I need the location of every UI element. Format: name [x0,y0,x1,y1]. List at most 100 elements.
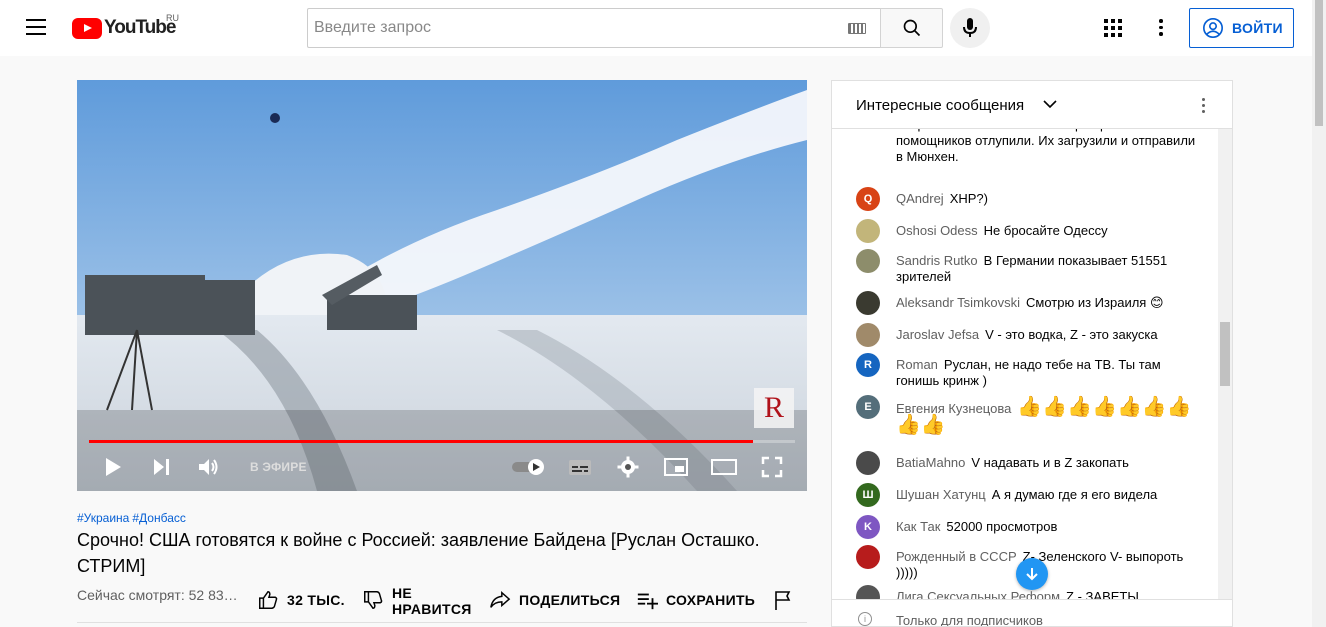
arrow-down-icon [1026,568,1038,581]
chat-footer: i Только для подписчиков [832,599,1232,627]
account-icon [1203,18,1223,38]
like-button[interactable]: 32 ТЫС. [257,582,345,618]
volume-icon[interactable] [197,456,221,478]
avatar[interactable]: K [856,515,880,539]
page-scrollbar[interactable] [1312,0,1326,627]
avatar[interactable] [856,545,880,569]
settings-gear-icon[interactable] [617,456,639,478]
progress-bar[interactable] [89,440,795,443]
chat-scrollbar-thumb[interactable] [1220,322,1230,386]
live-label[interactable]: В ЭФИРЕ [250,460,307,474]
dislike-label: НЕ НРАВИТСЯ [392,585,472,617]
chat-author[interactable]: BatiaMahno [896,455,965,470]
youtube-logo[interactable]: YouTube [72,16,176,40]
hashtag-link[interactable]: #Украина [77,511,129,525]
chat-text: 52000 просмотров [946,519,1058,534]
live-chat: Интересные сообщения понравилось жильё. … [831,80,1233,627]
search-icon [903,19,920,37]
chat-author[interactable]: Рожденный в СССР [896,549,1017,564]
chat-message-content: Roman Руслан, не надо тебе на ТВ. Ты там … [896,357,1196,389]
scroll-to-bottom-button[interactable] [1016,558,1048,590]
chat-message-content: Как Так 52000 просмотров [896,519,1196,535]
chat-author[interactable]: Sandris Rutko [896,253,978,268]
chat-author[interactable]: QAndrej [896,191,944,206]
voice-search-button[interactable] [950,8,990,48]
video-frame [77,80,807,491]
dislike-button[interactable]: НЕ НРАВИТСЯ [362,582,472,618]
info-icon: i [858,612,872,626]
subtitles-icon[interactable] [567,456,593,478]
video-player[interactable]: R В ЭФИРЕ [77,80,807,491]
menu-icon[interactable] [26,19,46,37]
chat-author[interactable]: Aleksandr Tsimkovski [896,295,1020,310]
search-input[interactable] [314,9,834,47]
masthead: YouTube RU ВОЙТИ [0,0,1326,56]
settings-more-icon[interactable] [1158,19,1164,37]
chat-message-content: Шушан Хатунц А я думаю где я его видела [896,487,1196,503]
avatar[interactable] [856,249,880,273]
hashtags: #Украина #Донбасс [77,511,189,525]
chat-message-content: QAndrej ХНР?) [896,191,1196,207]
chat-author[interactable]: Jaroslav Jefsa [896,327,979,342]
logo-text: YouTube [104,17,176,38]
chat-more-icon[interactable] [1202,98,1206,114]
channel-watermark[interactable]: R [754,388,794,428]
keyboard-icon[interactable] [848,23,866,34]
autoplay-toggle[interactable] [511,459,547,475]
avatar[interactable]: Q [856,187,880,211]
chat-author[interactable]: Roman [896,357,938,372]
thumbs-down-icon [364,591,383,609]
chat-author[interactable]: Oshosi Odess [896,223,978,238]
chat-text: V - это водка, Z - это закуска [985,327,1158,342]
share-label: ПОДЕЛИТЬСЯ [519,592,621,608]
apps-icon[interactable] [1104,19,1122,37]
chat-message-content: Sandris Rutko В Германии показывает 51551… [896,253,1196,285]
search-button[interactable] [880,8,943,48]
signin-button[interactable]: ВОЙТИ [1189,8,1294,48]
thumbs-up-icon [259,591,278,609]
avatar[interactable] [856,323,880,347]
report-button[interactable] [773,582,793,618]
avatar[interactable]: R [856,353,880,377]
chevron-down-icon[interactable] [1043,99,1057,109]
avatar[interactable] [856,219,880,243]
youtube-play-icon [72,17,102,39]
microphone-icon [963,18,977,37]
avatar[interactable] [856,585,880,599]
avatar[interactable]: Е [856,395,880,419]
dislike-line1: НЕ [392,585,413,601]
chat-message-content: Jaroslav Jefsa V - это водка, Z - это зак… [896,327,1196,343]
chat-author[interactable]: Шушан Хатунц [896,487,986,502]
hashtag-link[interactable]: #Донбасс [132,511,186,525]
chat-scrollbar[interactable] [1218,129,1232,599]
share-button[interactable]: ПОДЕЛИТЬСЯ [489,582,620,618]
share-icon [490,591,511,608]
theater-mode-icon[interactable] [711,456,737,478]
flag-icon [775,591,791,610]
chat-text: Не бросайте Одессу [983,223,1108,238]
video-title: Срочно! США готовятся к войне с Россией:… [77,530,760,576]
divider [77,622,807,623]
miniplayer-icon[interactable] [663,456,689,478]
save-button[interactable]: СОХРАНИТЬ [636,582,755,618]
avatar[interactable] [856,291,880,315]
fullscreen-icon[interactable] [761,456,783,478]
chat-message-content: понравилось жильё. Они всё разгромили и … [896,129,1196,165]
chat-text: V надавать и в Z закопать [971,455,1129,470]
next-icon[interactable] [151,456,171,478]
chat-text: понравилось жильё. Они всё разгромили и … [896,129,1196,164]
chat-author[interactable]: Лига Сексуальных Реформ [896,589,1060,599]
chat-messages[interactable]: понравилось жильё. Они всё разгромили и … [832,129,1232,599]
chat-mode-label[interactable]: Интересные сообщения [856,97,1024,114]
subscribers-only-notice: Только для подписчиков [896,613,1043,627]
avatar[interactable] [856,451,880,475]
chat-author[interactable]: Как Так [896,519,940,534]
chat-message-content: BatiaMahno V надавать и в Z закопать [896,455,1196,471]
play-icon[interactable] [103,456,123,478]
avatar[interactable]: Ш [856,483,880,507]
signin-label: ВОЙТИ [1232,20,1283,36]
page-scrollbar-thumb[interactable] [1315,0,1323,126]
chat-text: ХНР?) [949,191,988,206]
like-count: 32 ТЫС. [287,592,345,608]
chat-message-content: Евгения Кузнецова 👍👍👍👍👍👍👍👍👍 [896,397,1196,435]
